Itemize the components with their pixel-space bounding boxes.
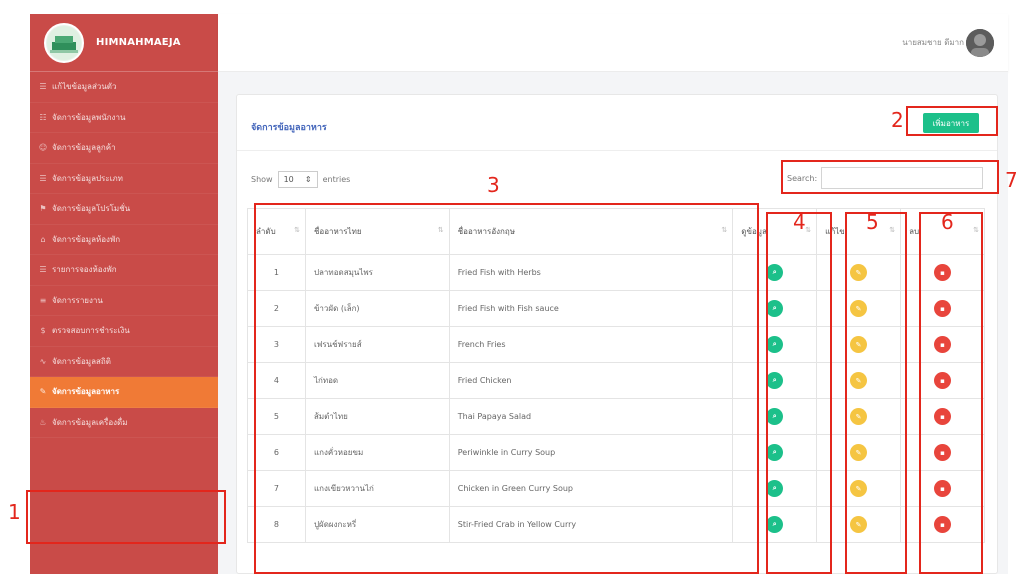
sidebar-menu: ☰ แก้ไขข้อมูลส่วนตัว ☷ จัดการข้อมูลพนักงาน ☺… [30,72,218,438]
annotation-number-4: 4 [793,210,806,234]
sidebar-item-label: จัดการข้อมูลเครื่องดื่ม [52,417,128,427]
annotation-number-6: 6 [941,210,954,234]
sidebar-item-label: จัดการข้อมูลโปรโมชั่น [52,204,131,214]
user-icon: ☺ [38,143,48,153]
users-icon: ☷ [39,112,47,122]
sidebar-item-2[interactable]: ☷ จัดการข้อมูลพนักงาน [30,103,218,133]
avatar[interactable] [966,29,994,57]
report-icon: ≡ [39,295,47,305]
sidebar-item-label: จัดการข้อมูลลูกค้า [52,143,116,153]
brand[interactable]: HIMNAHMAEJA [30,14,218,72]
sidebar-item-10[interactable]: ∿ จัดการข้อมูลสถิติ [30,347,218,377]
card-header: จัดการข้อมูลอาหาร เพิ่มอาหาร [237,95,997,151]
drink-icon: ♨ [39,417,47,427]
annotation-number-2: 2 [891,108,904,132]
sidebar-item-3[interactable]: ☺ จัดการข้อมูลลูกค้า [30,133,218,164]
sidebar-item-label: จัดการรายงาน [52,295,103,305]
annotation-box-2 [906,106,998,136]
tag-icon: ⚑ [39,204,47,214]
sidebar-item-12[interactable]: ♨ จัดการข้อมูลเครื่องดื่ม [30,408,218,438]
sidebar-item-label: แก้ไขข้อมูลส่วนตัว [52,82,117,92]
sidebar-item-label: จัดการข้อมูลอาหาร [52,387,120,397]
entries-select[interactable]: 10 ⇕ [277,171,318,188]
show-entries: Show 10 ⇕ entries [251,171,350,188]
show-label: Show [251,175,273,184]
sidebar-item-label: ตรวจสอบการชำระเงิน [52,326,130,336]
list-icon: ☰ [39,265,47,275]
sidebar-item-1[interactable]: ☰ แก้ไขข้อมูลส่วนตัว [30,72,218,103]
annotation-box-3 [254,203,759,574]
annotation-box-1 [26,490,226,544]
annotation-number-5: 5 [866,210,879,234]
sidebar-item-label: จัดการข้อมูลพนักงาน [52,112,126,122]
sidebar-item-label: รายการจองห้องพัก [52,265,117,275]
sidebar-item-8[interactable]: ≡ จัดการรายงาน [30,286,218,316]
entries-label: entries [322,175,351,184]
sidebar-item-5[interactable]: ⚑ จัดการข้อมูลโปรโมชั่น [30,194,218,225]
list-icon: ☰ [39,173,47,183]
top-bar: นายสมชาย ดีมาก [218,14,1008,72]
money-icon: $ [40,326,46,336]
column-header-label: ลบ [909,227,920,236]
chart-icon: ∿ [39,356,47,366]
sidebar-item-7[interactable]: ☰ รายการจองห้องพัก [30,255,218,286]
user-name[interactable]: นายสมชาย ดีมาก [902,36,964,49]
page-title: จัดการข้อมูลอาหาร [251,123,327,133]
annotation-number-7: 7 [1005,168,1018,192]
annotation-number-1: 1 [8,500,21,524]
sidebar-item-label: จัดการข้อมูลสถิติ [52,356,111,366]
annotation-box-6 [919,212,983,574]
chevron-down-icon: ⇕ [304,175,312,184]
sidebar-item-11[interactable]: ✎ จัดการข้อมูลอาหาร [30,377,218,408]
sidebar-item-9[interactable]: $ ตรวจสอบการชำระเงิน [30,316,218,347]
annotation-box-4 [766,212,832,574]
app-root: HIMNAHMAEJA ☰ แก้ไขข้อมูลส่วนตัว ☷ จัดการข้… [0,0,1029,574]
list-icon: ☰ [39,82,47,92]
logo-icon [44,22,84,63]
sidebar-item-label: จัดการข้อมูลประเภท [52,173,123,183]
sidebar-item-6[interactable]: ⌂ จัดการข้อมูลห้องพัก [30,225,218,255]
brand-name: HIMNAHMAEJA [96,37,181,48]
entries-value: 10 [283,175,294,184]
home-icon: ⌂ [40,234,46,244]
sidebar-item-4[interactable]: ☰ จัดการข้อมูลประเภท [30,164,218,194]
food-icon: ✎ [39,387,47,397]
annotation-box-7 [781,160,999,194]
annotation-number-3: 3 [487,173,500,197]
sidebar-item-label: จัดการข้อมูลห้องพัก [52,234,121,244]
annotation-box-5 [845,212,907,574]
